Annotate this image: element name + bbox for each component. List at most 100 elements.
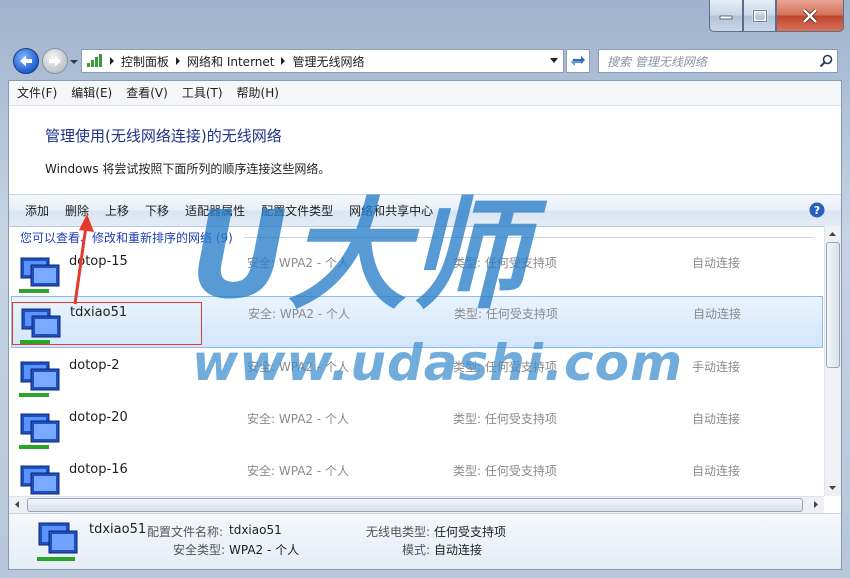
network-connect-mode: 自动连接 <box>692 256 741 270</box>
maximize-icon <box>752 9 767 22</box>
chevron-right-icon <box>110 57 114 65</box>
arrow-right-icon <box>49 55 61 67</box>
menu-help[interactable]: 帮助(H) <box>231 82 285 104</box>
network-security: 安全: WPA2 - 个人 <box>247 360 349 374</box>
chevron-right-icon <box>281 57 286 65</box>
wireless-network-icon <box>19 254 63 297</box>
horizontal-scroll-thumb[interactable] <box>27 498 803 512</box>
chevron-down-icon <box>70 60 78 64</box>
wireless-network-icon <box>19 358 63 401</box>
network-type: 类型: 任何受支持项 <box>453 412 557 426</box>
network-connect-mode: 自动连接 <box>692 464 741 478</box>
annotation-highlight-box <box>12 302 202 345</box>
network-connect-mode: 手动连接 <box>692 360 741 374</box>
group-divider <box>244 237 814 238</box>
annotation-arrow <box>73 214 94 305</box>
breadcrumb-network-internet[interactable]: 网络和 Internet <box>183 53 278 70</box>
network-row[interactable]: dotop-2 安全: WPA2 - 个人 类型: 任何受支持项 手动连接 <box>11 350 823 402</box>
network-type: 类型: 任何受支持项 <box>453 360 557 374</box>
network-security: 安全: WPA2 - 个人 <box>247 256 349 270</box>
scroll-left-icon[interactable] <box>10 497 24 512</box>
network-row[interactable]: dotop-20 安全: WPA2 - 个人 类型: 任何受支持项 自动连接 <box>11 402 823 454</box>
close-icon <box>802 8 818 23</box>
network-security: 安全: WPA2 - 个人 <box>248 307 350 321</box>
forward-button[interactable] <box>42 48 68 74</box>
command-bar: 添加 删除 上移 下移 适配器属性 配置文件类型 网络和共享中心 ? <box>9 194 841 227</box>
minimize-icon <box>719 15 733 19</box>
address-bar[interactable]: 控制面板 网络和 Internet 管理无线网络 <box>81 49 564 73</box>
breadcrumb-separator[interactable] <box>278 57 288 65</box>
scroll-down-icon[interactable] <box>825 481 840 495</box>
breadcrumb-separator[interactable] <box>173 57 183 65</box>
vertical-scroll-thumb[interactable] <box>826 242 840 368</box>
details-security-value: WPA2 - 个人 <box>229 543 300 557</box>
network-connect-mode: 自动连接 <box>693 307 742 321</box>
details-radio-value: 任何受支持项 <box>434 525 507 539</box>
wireless-network-icon <box>35 519 79 566</box>
details-security-label: 安全类型: <box>173 543 226 557</box>
caption-buttons <box>709 0 844 32</box>
page-description: Windows 将尝试按照下面所列的顺序连接这些网络。 <box>45 162 331 176</box>
wireless-network-icon <box>19 410 63 453</box>
chevron-right-icon <box>176 57 181 65</box>
minimize-button[interactable] <box>709 0 743 32</box>
list-group-heading[interactable]: 您可以查看、修改和重新排序的网络 (9) <box>20 229 233 246</box>
network-type: 类型: 任何受支持项 <box>453 256 557 270</box>
move-down-button[interactable]: 下移 <box>137 199 177 223</box>
search-input[interactable] <box>605 52 809 72</box>
maximize-button[interactable] <box>743 0 776 32</box>
svg-text:?: ? <box>814 204 820 217</box>
network-security: 安全: WPA2 - 个人 <box>247 464 349 478</box>
refresh-button[interactable] <box>566 49 590 73</box>
network-name: dotop-2 <box>69 358 120 373</box>
details-mode-label: 模式: <box>402 543 431 557</box>
network-list: 您可以查看、修改和重新排序的网络 (9) dotop-15 安全: WPA2 - … <box>9 226 824 496</box>
breadcrumb-control-panel[interactable]: 控制面板 <box>117 53 173 70</box>
details-network-name: tdxiao51 <box>89 522 147 537</box>
breadcrumb-separator[interactable] <box>107 57 117 65</box>
menu-view[interactable]: 查看(V) <box>120 82 174 104</box>
window: 控制面板 网络和 Internet 管理无线网络 文件(F) 编辑(E) 查看(… <box>0 0 850 578</box>
wireless-network-icon <box>19 462 63 496</box>
search-icon[interactable] <box>819 54 833 71</box>
menu-tools[interactable]: 工具(T) <box>176 82 229 104</box>
details-profile-value: tdxiao51 <box>229 523 282 537</box>
network-name: dotop-20 <box>69 410 128 425</box>
network-row[interactable]: dotop-15 安全: WPA2 - 个人 类型: 任何受支持项 自动连接 <box>11 246 823 298</box>
details-pane: tdxiao51 配置文件名称: tdxiao51 安全类型: WPA2 - 个… <box>9 513 841 569</box>
network-security: 安全: WPA2 - 个人 <box>247 412 349 426</box>
page-header: 管理使用(无线网络连接)的无线网络 Windows 将尝试按照下面所列的顺序连接… <box>9 106 841 194</box>
address-dropdown[interactable] <box>548 55 560 67</box>
arrow-left-icon <box>20 55 32 67</box>
network-name: dotop-16 <box>69 462 128 477</box>
search-box[interactable] <box>598 49 838 73</box>
breadcrumb-manage-wireless[interactable]: 管理无线网络 <box>288 53 368 70</box>
details-radio-label: 无线电类型: <box>366 525 431 539</box>
menu-file[interactable]: 文件(F) <box>11 82 63 104</box>
close-button[interactable] <box>776 0 844 32</box>
scroll-up-icon[interactable] <box>825 227 840 241</box>
menu-bar: 文件(F) 编辑(E) 查看(V) 工具(T) 帮助(H) <box>9 81 841 106</box>
details-profile-label: 配置文件名称: <box>147 525 224 539</box>
network-connect-mode: 自动连接 <box>692 412 741 426</box>
details-mode-value: 自动连接 <box>434 543 483 557</box>
network-sharing-center-button[interactable]: 网络和共享中心 <box>341 199 441 223</box>
add-button[interactable]: 添加 <box>17 199 57 223</box>
network-icon <box>82 54 107 68</box>
horizontal-scrollbar[interactable] <box>9 496 824 513</box>
chevron-down-icon <box>550 58 558 63</box>
vertical-scrollbar[interactable] <box>824 226 841 496</box>
profile-type-button[interactable]: 配置文件类型 <box>253 199 341 223</box>
move-up-button[interactable]: 上移 <box>97 199 137 223</box>
recent-pages-dropdown[interactable] <box>70 56 78 66</box>
adapter-properties-button[interactable]: 适配器属性 <box>177 199 253 223</box>
scroll-right-icon[interactable] <box>809 497 823 512</box>
network-type: 类型: 任何受支持项 <box>453 464 557 478</box>
refresh-icon <box>571 56 585 66</box>
back-button[interactable] <box>13 48 39 74</box>
network-row[interactable]: dotop-16 安全: WPA2 - 个人 类型: 任何受支持项 自动连接 <box>11 454 823 496</box>
help-icon[interactable]: ? <box>809 202 825 221</box>
menu-edit[interactable]: 编辑(E) <box>65 82 118 104</box>
page-title: 管理使用(无线网络连接)的无线网络 <box>45 127 282 145</box>
network-type: 类型: 任何受支持项 <box>454 307 558 321</box>
